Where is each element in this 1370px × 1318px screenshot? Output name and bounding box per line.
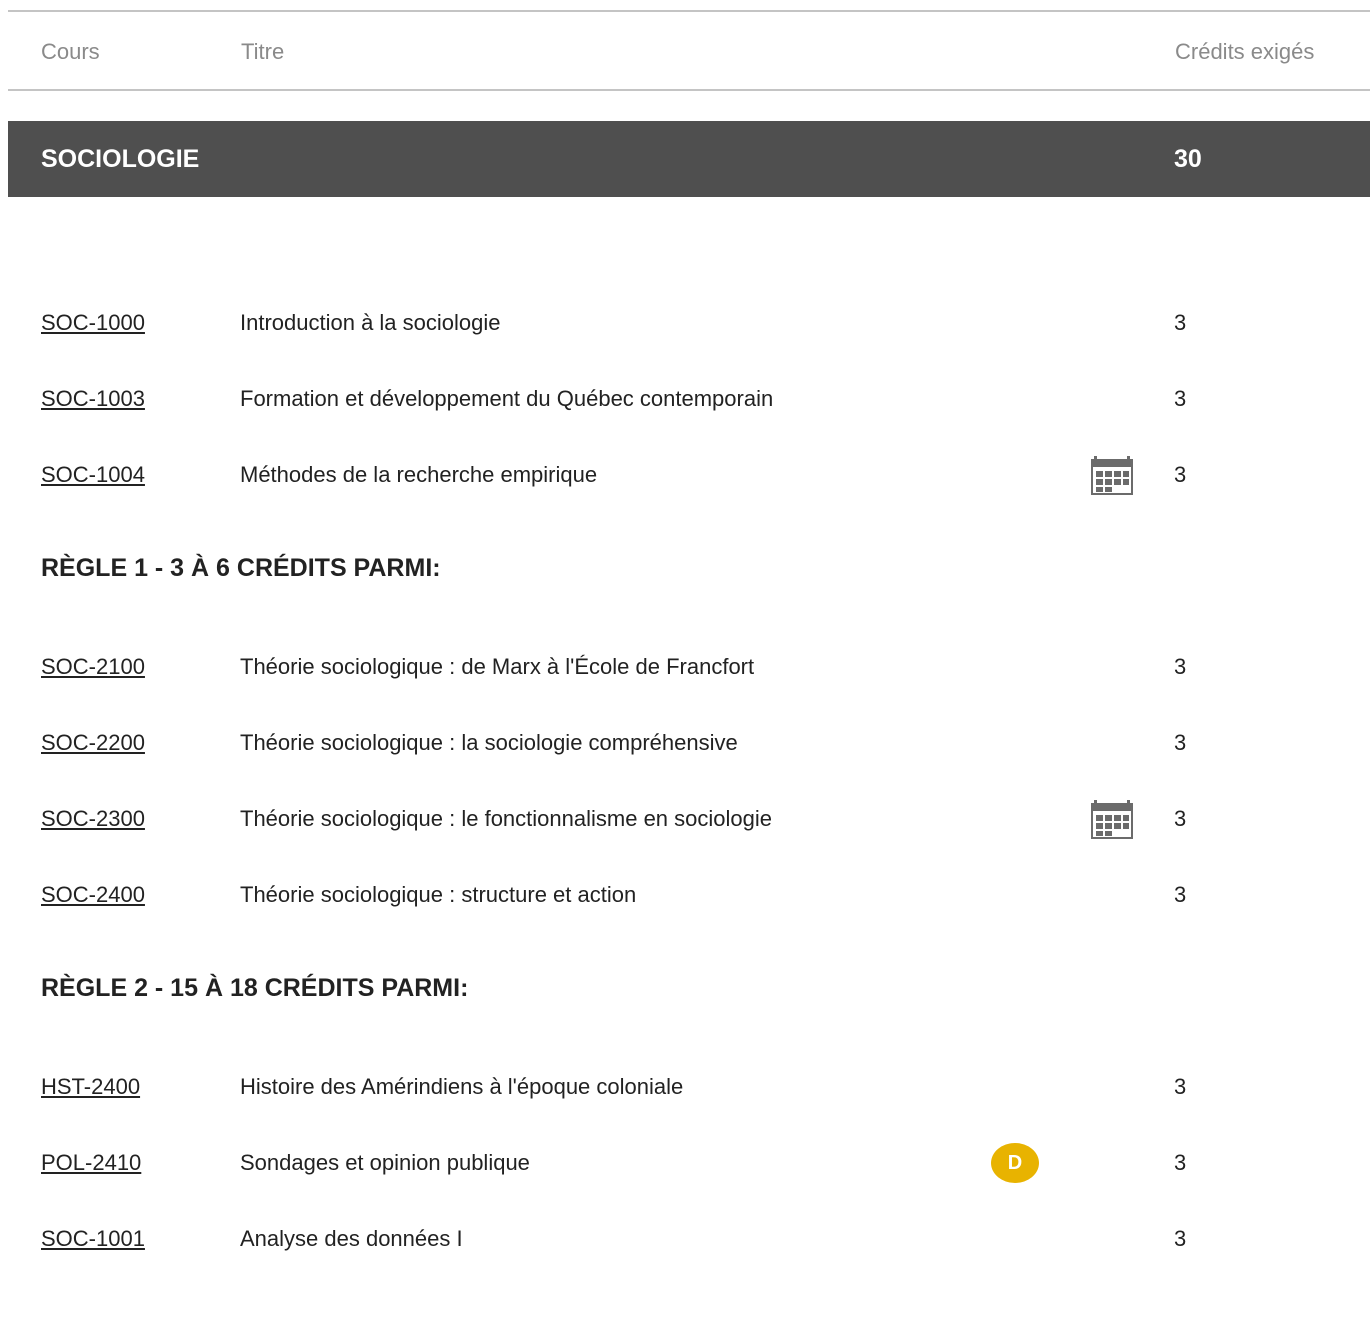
course-code-link[interactable]: SOC-1000 — [41, 310, 145, 336]
section-header: SOCIOLOGIE 30 — [8, 121, 1370, 197]
course-code-link[interactable]: HST-2400 — [41, 1074, 140, 1100]
course-code-link[interactable]: POL-2410 — [41, 1150, 141, 1176]
table-header: Cours Titre Crédits exigés — [0, 12, 1370, 90]
course-row: SOC-2400 Théorie sociologique : structur… — [0, 874, 1370, 914]
course-code-link[interactable]: SOC-1003 — [41, 386, 145, 412]
course-title: Sondages et opinion publique — [240, 1150, 530, 1175]
course-title: Analyse des données I — [240, 1226, 463, 1251]
course-credits: 3 — [1174, 806, 1187, 831]
course-code-link[interactable]: SOC-2400 — [41, 882, 145, 908]
section-name: SOCIOLOGIE — [41, 145, 200, 173]
course-row: SOC-1001 Analyse des données I 3 — [0, 1218, 1370, 1258]
course-row: SOC-2300 Théorie sociologique : le fonct… — [0, 798, 1370, 840]
course-row: POL-2410 Sondages et opinion publique D … — [0, 1142, 1370, 1183]
d-badge-icon[interactable]: D — [991, 1143, 1039, 1183]
course-code-link[interactable]: SOC-1004 — [41, 462, 145, 488]
course-credits: 3 — [1174, 1074, 1187, 1099]
course-title: Théorie sociologique : structure et acti… — [240, 882, 637, 907]
course-row: SOC-2100 Théorie sociologique : de Marx … — [0, 646, 1370, 686]
course-code-link[interactable]: SOC-1001 — [41, 1226, 145, 1252]
header-title: Titre — [241, 39, 285, 64]
course-title: Histoire des Amérindiens à l'époque colo… — [240, 1074, 684, 1099]
course-row: SOC-1003 Formation et développement du Q… — [0, 378, 1370, 418]
course-row: SOC-2200 Théorie sociologique : la socio… — [0, 722, 1370, 762]
course-title: Théorie sociologique : la sociologie com… — [240, 730, 738, 755]
course-title: Introduction à la sociologie — [240, 310, 501, 335]
course-credits: 3 — [1174, 882, 1187, 907]
course-row: SOC-1004 Méthodes de la recherche empiri… — [0, 454, 1370, 496]
header-divider — [8, 89, 1370, 91]
calendar-icon[interactable] — [1090, 798, 1134, 840]
header-course: Cours — [41, 39, 100, 64]
course-code-link[interactable]: SOC-2100 — [41, 654, 145, 680]
calendar-icon[interactable] — [1090, 454, 1134, 496]
course-code-link[interactable]: SOC-2300 — [41, 806, 145, 832]
course-title: Théorie sociologique : de Marx à l'École… — [240, 654, 755, 679]
course-code-link[interactable]: SOC-2200 — [41, 730, 145, 756]
course-credits: 3 — [1174, 310, 1187, 335]
section-credits: 30 — [1174, 145, 1202, 173]
course-title: Théorie sociologique : le fonctionnalism… — [240, 806, 772, 831]
course-row: SOC-1000 Introduction à la sociologie 3 — [0, 302, 1370, 342]
course-credits: 3 — [1174, 1150, 1187, 1175]
course-title: Formation et développement du Québec con… — [240, 386, 774, 411]
course-credits: 3 — [1174, 654, 1187, 679]
header-credits: Crédits exigés — [1175, 39, 1315, 64]
course-credits: 3 — [1174, 462, 1187, 487]
course-credits: 3 — [1174, 1226, 1187, 1251]
course-credits: 3 — [1174, 730, 1187, 755]
rule-heading: RÈGLE 1 - 3 À 6 CRÉDITS PARMI: — [41, 554, 441, 582]
course-row: HST-2400 Histoire des Amérindiens à l'ép… — [0, 1066, 1370, 1106]
course-title: Méthodes de la recherche empirique — [240, 462, 598, 487]
course-credits: 3 — [1174, 386, 1187, 411]
rule-heading: RÈGLE 2 - 15 À 18 CRÉDITS PARMI: — [41, 974, 469, 1002]
